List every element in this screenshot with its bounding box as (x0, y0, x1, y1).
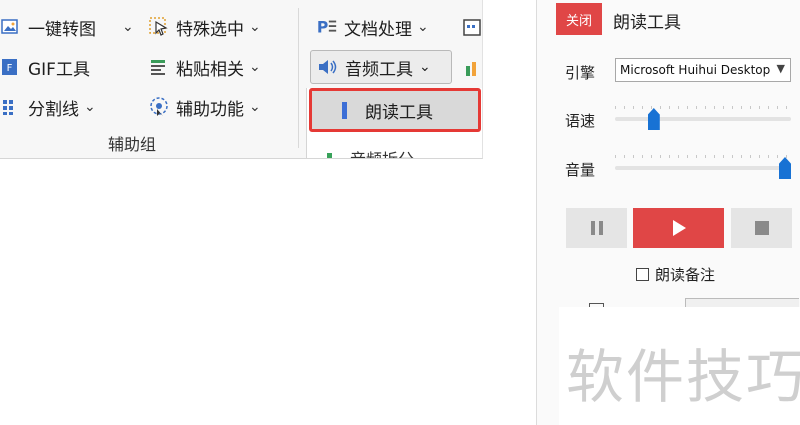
engine-select-value: Microsoft Huihui Desktop (620, 63, 771, 77)
paste-related-button[interactable]: 粘贴相关 ⌄ (148, 51, 261, 83)
special-select-label: 特殊选中 (176, 19, 244, 40)
chevron-down-icon: ▼ (776, 62, 785, 75)
play-icon (672, 220, 686, 236)
play-button[interactable] (633, 208, 724, 248)
audio-tools-dropdown: 朗读工具 音频拆分 (306, 88, 482, 158)
cursor-select-icon (148, 16, 170, 38)
volume-label: 音量 (565, 161, 596, 179)
panel-title: 朗读工具 (613, 13, 681, 33)
chevron-down-icon[interactable]: ⌄ (117, 11, 134, 43)
volume-slider-thumb[interactable] (779, 157, 791, 179)
gif-tool-label: GIF工具 (28, 59, 90, 80)
one-click-convert-button[interactable]: 一键转图 (0, 11, 96, 43)
accessibility-icon (148, 96, 170, 118)
paste-related-label: 粘贴相关 (176, 59, 244, 80)
volume-slider[interactable] (615, 149, 791, 179)
chevron-down-icon: ⌄ (249, 99, 261, 115)
ribbon-panel: 一键转图 F GIF工具 分割线 ⌄ ⌄ 特殊选中 ⌄ 粘贴相关 ⌄ 辅助功能 … (0, 0, 483, 159)
engine-label: 引擎 (565, 64, 596, 82)
chevron-down-icon: ⌄ (417, 19, 429, 35)
image-convert-icon (0, 16, 22, 38)
chevron-down-icon: ⌄ (84, 99, 96, 115)
speaker-icon (317, 56, 339, 78)
chart-icon[interactable] (464, 52, 482, 84)
divider-line-button[interactable]: 分割线 ⌄ (0, 91, 96, 123)
chevron-down-icon: ⌄ (249, 59, 261, 75)
svg-text:F: F (7, 63, 13, 74)
chevron-down-icon: ⌄ (419, 59, 431, 75)
speed-slider[interactable] (615, 100, 791, 130)
stop-button[interactable] (731, 208, 792, 248)
blue-bar-icon (342, 101, 347, 119)
gif-icon: F (0, 56, 22, 78)
green-bar-icon (327, 153, 332, 158)
group-separator (298, 8, 299, 148)
divider-line-label: 分割线 (28, 99, 79, 120)
document-p-icon: P (316, 16, 338, 38)
assist-functions-label: 辅助功能 (176, 99, 244, 120)
audio-split-item[interactable]: 音频拆分 (327, 146, 414, 158)
read-notes-option[interactable]: 朗读备注 (636, 264, 715, 285)
speed-slider-thumb[interactable] (647, 108, 660, 130)
one-click-convert-label: 一键转图 (28, 19, 96, 40)
read-notes-checkbox[interactable] (636, 268, 649, 281)
read-notes-label: 朗读备注 (655, 266, 716, 284)
paste-icon (148, 56, 170, 78)
grid-icon (0, 96, 22, 118)
svg-text:P: P (317, 19, 328, 37)
gif-tool-button[interactable]: F GIF工具 (0, 51, 90, 83)
speed-label: 语速 (565, 112, 596, 130)
audio-tools-button[interactable]: 音频工具 ⌄ (310, 50, 452, 84)
special-select-button[interactable]: 特殊选中 ⌄ (148, 11, 261, 43)
calendar-icon[interactable] (462, 11, 482, 43)
assist-functions-button[interactable]: 辅助功能 ⌄ (148, 91, 261, 123)
chevron-down-icon: ⌄ (249, 19, 261, 35)
audio-split-label: 音频拆分 (350, 146, 414, 158)
pause-button[interactable] (566, 208, 627, 248)
document-processing-label: 文档处理 (344, 19, 412, 40)
document-processing-button[interactable]: P 文档处理 ⌄ (316, 11, 429, 43)
pause-icon (590, 221, 603, 235)
read-aloud-tool-item[interactable]: 朗读工具 (309, 88, 481, 132)
audio-tools-label: 音频工具 (345, 59, 413, 80)
read-aloud-tool-label: 朗读工具 (365, 102, 433, 123)
engine-select[interactable]: Microsoft Huihui Desktop ▼ (615, 58, 791, 82)
watermark-text: 软件技巧 (566, 343, 800, 411)
group-label: 辅助组 (108, 135, 157, 154)
stop-icon (754, 221, 769, 235)
close-button[interactable]: 关闭 (556, 3, 602, 35)
